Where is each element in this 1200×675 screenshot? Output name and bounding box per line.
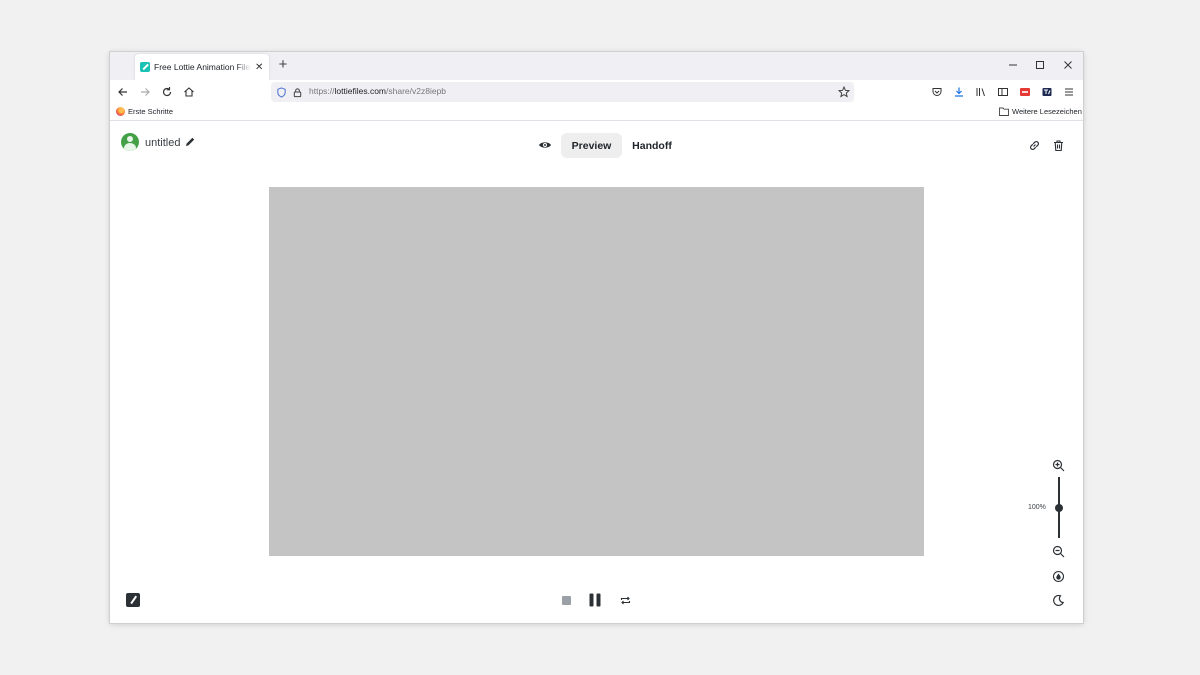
trash-icon[interactable] — [1051, 138, 1065, 152]
avatar[interactable] — [121, 133, 139, 151]
firefox-logo-icon — [116, 107, 125, 116]
pencil-icon[interactable] — [184, 136, 196, 148]
bookmark-erste-schritte[interactable]: Erste Schritte — [116, 107, 173, 116]
handoff-tab[interactable]: Handoff — [624, 133, 680, 158]
preview-tab[interactable]: Preview — [561, 133, 622, 158]
pause-icon[interactable] — [588, 593, 602, 607]
folder-icon — [999, 107, 1009, 116]
home-icon[interactable] — [181, 84, 197, 100]
bookmark-weitere-lesezeichen[interactable]: Weitere Lesezeichen — [999, 107, 1082, 116]
star-icon[interactable] — [837, 85, 851, 99]
close-window-button[interactable] — [1058, 57, 1078, 73]
bookmarks-bar: Erste Schritte Weitere Lesezeichen — [110, 104, 1083, 121]
minimize-button[interactable] — [1003, 57, 1023, 73]
stop-icon[interactable] — [559, 593, 573, 607]
link-icon[interactable] — [1027, 138, 1041, 152]
download-icon[interactable] — [951, 84, 967, 100]
reload-icon[interactable] — [159, 84, 175, 100]
extension-dark-icon[interactable] — [1039, 84, 1055, 100]
browser-tab-active[interactable]: Free Lottie Animation Files, Tools & Plu… — [135, 54, 269, 80]
sidebar-icon[interactable] — [995, 84, 1011, 100]
background-color-icon[interactable] — [1052, 570, 1065, 583]
arrow-right-icon[interactable] — [137, 84, 153, 100]
bookmark-label: Weitere Lesezeichen — [1012, 107, 1082, 116]
url-text: https://lottiefiles.com/share/v2z8iepb — [309, 86, 447, 96]
navigation-bar: https://lottiefiles.com/share/v2z8iepb — [110, 80, 1083, 104]
pocket-icon[interactable] — [929, 84, 945, 100]
lottie-preview-page: untitled Preview Handoff 100% — [110, 122, 1083, 623]
loop-icon[interactable] — [618, 593, 632, 607]
hamburger-menu-icon[interactable] — [1061, 84, 1077, 100]
zoom-level-label: 100% — [1028, 504, 1046, 511]
tab-close-button[interactable]: ✕ — [253, 62, 265, 73]
extension-red-icon[interactable] — [1017, 84, 1033, 100]
zoom-out-icon[interactable] — [1052, 545, 1065, 558]
zoom-in-icon[interactable] — [1052, 459, 1065, 472]
maximize-button[interactable] — [1030, 57, 1050, 73]
shield-icon[interactable] — [274, 85, 288, 99]
library-icon[interactable] — [973, 84, 989, 100]
eye-icon[interactable] — [538, 139, 552, 151]
lottiefiles-favicon-icon — [140, 62, 150, 72]
tab-strip: Free Lottie Animation Files, Tools & Plu… — [110, 52, 1083, 80]
tab-title: Free Lottie Animation Files, Tools & Plu… — [154, 62, 251, 72]
new-tab-button[interactable]: + — [275, 57, 291, 73]
browser-window: Free Lottie Animation Files, Tools & Plu… — [110, 52, 1083, 623]
bookmark-label: Erste Schritte — [128, 107, 174, 116]
lock-icon[interactable] — [290, 85, 304, 99]
arrow-left-icon[interactable] — [115, 84, 131, 100]
animation-canvas[interactable] — [269, 187, 924, 556]
url-bar[interactable]: https://lottiefiles.com/share/v2z8iepb — [271, 82, 854, 102]
lottiefiles-logo-icon[interactable] — [126, 593, 140, 607]
moon-icon[interactable] — [1052, 594, 1065, 607]
file-name[interactable]: untitled — [145, 137, 180, 149]
zoom-slider-thumb[interactable] — [1055, 503, 1063, 512]
